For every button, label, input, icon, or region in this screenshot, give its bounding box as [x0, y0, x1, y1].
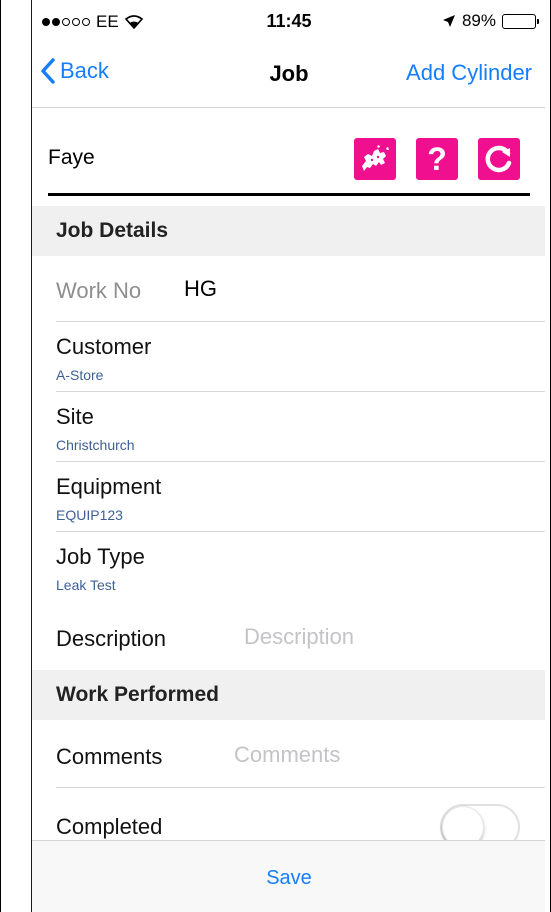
- customer-label: Customer: [56, 334, 152, 359]
- save-button[interactable]: Save: [32, 867, 545, 890]
- work-no-label: Work No: [56, 278, 142, 303]
- status-bar: EE 11:45 89%: [32, 0, 545, 40]
- user-row: Faye ?: [32, 108, 545, 196]
- customer-row[interactable]: Customer A-Store: [32, 322, 545, 392]
- section-label: Job Details: [56, 219, 169, 242]
- equipment-row[interactable]: Equipment EQUIP123: [32, 462, 545, 532]
- comments-label: Comments: [56, 744, 163, 769]
- location-arrow-icon: [442, 15, 455, 27]
- screen-frame: EE 11:45 89% Back Job Add Cylinder Faye …: [0, 0, 551, 912]
- help-button[interactable]: ?: [416, 138, 458, 180]
- equipment-value: EQUIP123: [56, 507, 123, 523]
- site-value: Christchurch: [56, 437, 135, 453]
- status-right: 89%: [442, 11, 539, 31]
- section-header-job-details: Job Details: [32, 206, 545, 256]
- site-row[interactable]: Site Christchurch: [32, 392, 545, 462]
- description-input[interactable]: Description: [244, 624, 354, 650]
- section-header-work-performed: Work Performed: [32, 670, 545, 720]
- completed-label: Completed: [56, 814, 163, 839]
- europe-map-icon: [362, 145, 389, 171]
- outer-margin: [1, 0, 31, 912]
- description-label: Description: [56, 626, 167, 651]
- question-icon: ?: [427, 141, 447, 177]
- phone-screen: EE 11:45 89% Back Job Add Cylinder Faye …: [31, 0, 545, 912]
- section-label: Work Performed: [56, 683, 219, 706]
- completed-toggle[interactable]: [440, 804, 520, 840]
- comments-input[interactable]: Comments: [234, 742, 340, 768]
- work-no-value: HG: [184, 276, 217, 301]
- job-type-value: Leak Test: [56, 577, 116, 593]
- refresh-icon: [485, 145, 512, 173]
- user-underline: [48, 193, 530, 196]
- description-row: Description Description: [32, 602, 545, 670]
- toggle-knob: [442, 806, 484, 840]
- bottom-toolbar: Save: [32, 840, 545, 912]
- navigation-bar: Back Job Add Cylinder: [32, 40, 545, 108]
- add-cylinder-button[interactable]: Add Cylinder: [406, 60, 532, 86]
- refresh-button[interactable]: [478, 138, 520, 180]
- completed-row: Completed: [32, 788, 545, 840]
- customer-value: A-Store: [56, 367, 104, 383]
- job-type-row[interactable]: Job Type Leak Test: [32, 532, 545, 602]
- equipment-label: Equipment: [56, 474, 162, 499]
- site-label: Site: [56, 404, 94, 429]
- work-no-row[interactable]: Work No HG: [32, 256, 545, 322]
- user-name: Faye: [48, 146, 95, 169]
- job-type-label: Job Type: [56, 544, 145, 569]
- battery-icon: [502, 13, 539, 29]
- comments-row: Comments Comments: [32, 720, 545, 788]
- battery-percent: 89%: [461, 11, 496, 30]
- map-button[interactable]: [354, 138, 396, 180]
